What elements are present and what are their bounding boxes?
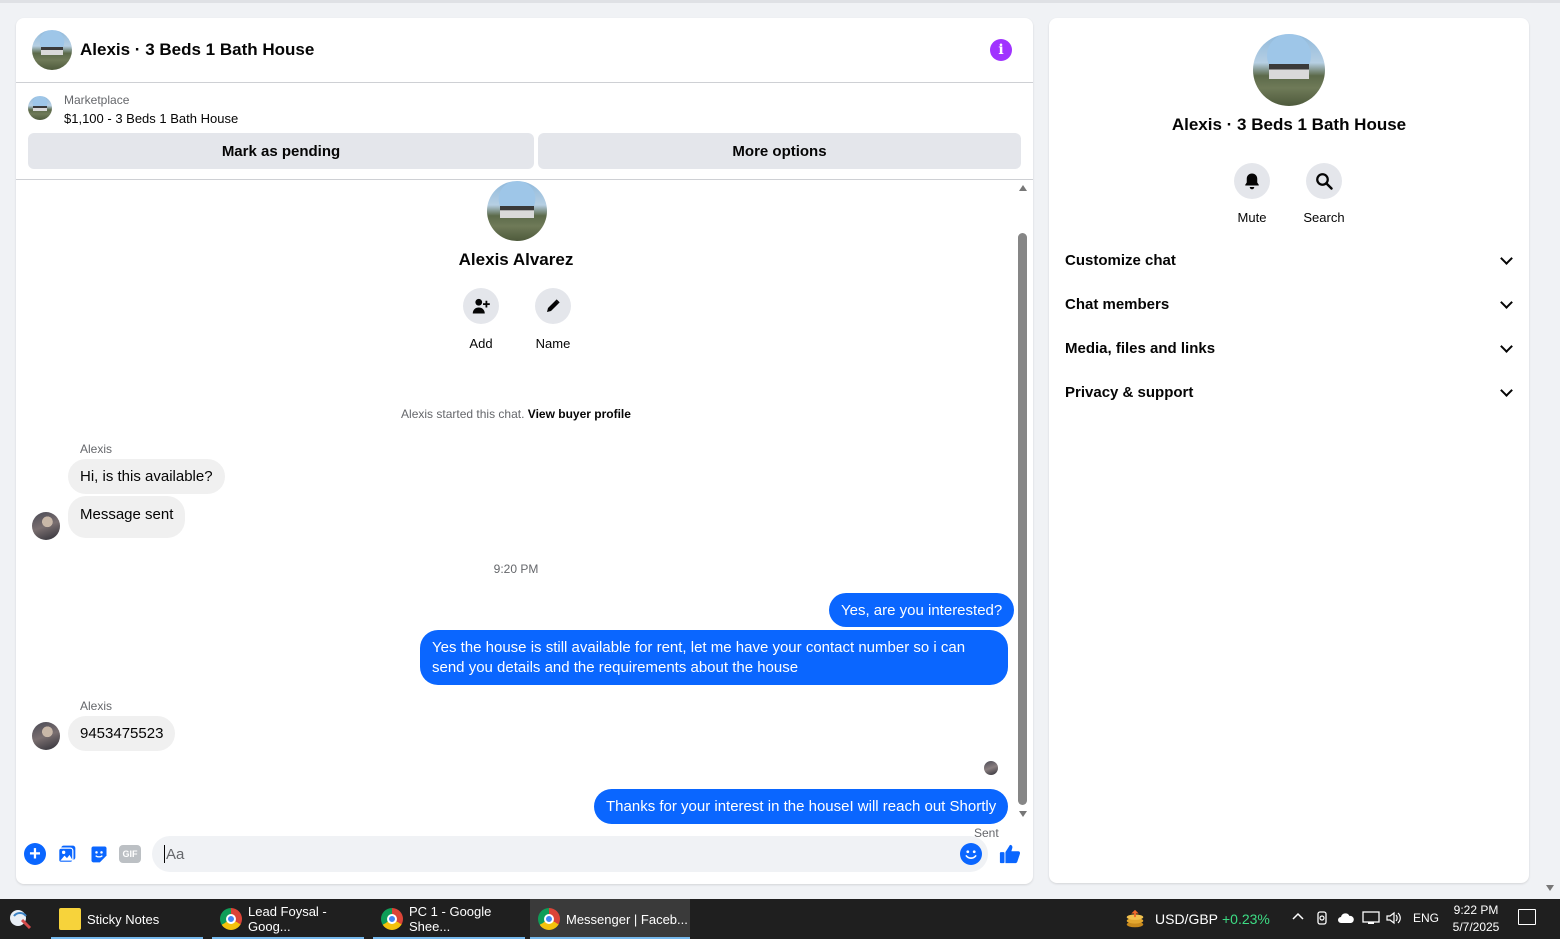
section-chat-members[interactable]: Chat members xyxy=(1049,284,1529,324)
taskbar-pc1-sheets[interactable]: PC 1 - Google Shee... xyxy=(373,899,525,939)
meet-now-icon[interactable] xyxy=(1316,910,1330,929)
listing-thumbnail[interactable] xyxy=(28,96,52,120)
browser-top-edge xyxy=(0,0,1560,3)
currency-pair[interactable]: USD/GBP xyxy=(1155,911,1218,927)
message-bubble[interactable]: Yes, are you interested? xyxy=(829,593,1015,627)
search-button[interactable]: Search xyxy=(1294,163,1354,225)
chat-avatar[interactable] xyxy=(32,30,72,70)
taskbar-messenger[interactable]: Messenger | Faceb... xyxy=(530,899,690,939)
section-label: Privacy & support xyxy=(1065,383,1194,401)
panel-avatar[interactable] xyxy=(1253,34,1325,106)
section-privacy-support[interactable]: Privacy & support xyxy=(1049,372,1529,412)
chat-header: Alexis · 3 Beds 1 Bath House i xyxy=(16,18,1033,83)
message-bubble[interactable]: Yes the house is still available for ren… xyxy=(420,630,1008,685)
message-input[interactable]: Aa xyxy=(152,836,988,872)
scroll-thumb[interactable] xyxy=(1018,233,1027,805)
currency-widget-icon[interactable] xyxy=(1124,908,1146,930)
sender-name: Alexis xyxy=(80,699,113,713)
plus-icon[interactable]: + xyxy=(24,843,46,865)
onedrive-cloud-icon[interactable] xyxy=(1337,912,1355,927)
message-bubble[interactable]: Message sent xyxy=(68,496,186,538)
mute-label: Mute xyxy=(1237,210,1267,225)
panel-title: Alexis · 3 Beds 1 Bath House xyxy=(1171,115,1407,134)
add-person-icon xyxy=(463,288,499,324)
page-scroll-down-arrow-icon[interactable] xyxy=(1546,885,1554,891)
chevron-down-icon xyxy=(1500,252,1513,265)
mute-button[interactable]: Mute xyxy=(1222,163,1282,225)
clock-date: 5/7/2025 xyxy=(1452,920,1500,934)
section-customize-chat[interactable]: Customize chat xyxy=(1049,240,1529,280)
section-label: Chat members xyxy=(1065,295,1170,313)
more-options-button[interactable]: More options xyxy=(538,133,1021,169)
thumbs-up-icon[interactable] xyxy=(999,843,1021,865)
volume-icon[interactable] xyxy=(1386,911,1402,928)
scroll-up-arrow-icon[interactable] xyxy=(1019,185,1027,191)
mark-as-pending-button[interactable]: Mark as pending xyxy=(28,133,534,169)
chat-window: Alexis · 3 Beds 1 Bath House i Marketpla… xyxy=(16,18,1033,884)
currency-change: +0.23% xyxy=(1222,911,1270,927)
chevron-down-icon xyxy=(1500,340,1513,353)
listing-title[interactable]: $1,100 - 3 Beds 1 Bath House xyxy=(64,111,238,126)
taskbar-lead-foysal[interactable]: Lead Foysal - Goog... xyxy=(212,899,364,939)
sender-avatar[interactable] xyxy=(32,722,60,750)
name-label: Name xyxy=(535,336,571,351)
conversation-info-panel: Alexis · 3 Beds 1 Bath House Mute Search… xyxy=(1049,18,1529,883)
sticker-icon[interactable] xyxy=(88,843,110,865)
start-app-icon[interactable] xyxy=(8,907,34,931)
section-label: Customize chat xyxy=(1065,251,1176,269)
chevron-down-icon xyxy=(1500,296,1513,309)
section-media-files-links[interactable]: Media, files and links xyxy=(1049,328,1529,368)
taskbar-item-label: Sticky Notes xyxy=(87,911,160,927)
taskbar-item-label: PC 1 - Google Shee... xyxy=(409,904,492,934)
pencil-icon xyxy=(535,288,571,324)
input-language[interactable]: ENG xyxy=(1413,911,1439,925)
text-caret xyxy=(164,845,165,863)
profile-name: Alexis Alvarez xyxy=(458,250,574,269)
taskbar-item-label: Messenger | Faceb... xyxy=(566,911,688,927)
sender-avatar[interactable] xyxy=(32,512,60,540)
photo-icon[interactable] xyxy=(56,843,78,865)
chrome-icon xyxy=(381,908,403,930)
thread-scrollbar[interactable] xyxy=(1016,181,1030,821)
message-bubble[interactable]: 9453475523 xyxy=(68,716,176,751)
bell-icon xyxy=(1234,163,1270,199)
name-button[interactable]: Name xyxy=(528,288,578,351)
emoji-icon[interactable] xyxy=(960,843,982,865)
message-bubble[interactable]: Thanks for your interest in the houseI w… xyxy=(594,789,1009,824)
profile-avatar[interactable] xyxy=(487,181,547,241)
scroll-down-arrow-icon[interactable] xyxy=(1019,811,1027,817)
message-input-placeholder: Aa xyxy=(166,845,185,863)
add-label: Add xyxy=(469,336,493,351)
show-hidden-icons-chevron-icon[interactable] xyxy=(1292,911,1304,926)
chat-started-notice: Alexis started this chat. View buyer pro… xyxy=(16,407,1016,421)
search-icon xyxy=(1306,163,1342,199)
message-timestamp: 9:20 PM xyxy=(493,562,539,576)
chat-title[interactable]: Alexis · 3 Beds 1 Bath House xyxy=(80,40,314,60)
sticky-notes-icon xyxy=(59,908,81,930)
add-button[interactable]: Add xyxy=(456,288,506,351)
seen-indicator-avatar xyxy=(984,761,998,775)
sender-name: Alexis xyxy=(80,442,113,456)
notification-center-icon[interactable] xyxy=(1518,909,1536,925)
composer: + GIF Aa xyxy=(16,831,1033,884)
marketplace-label: Marketplace xyxy=(64,93,130,107)
taskbar-item-label: Lead Foysal - Goog... xyxy=(248,904,327,934)
message-thread[interactable]: Alexis Alvarez Add Name Alexis started t… xyxy=(16,181,1033,840)
system-clock[interactable]: 9:22 PM 5/7/2025 xyxy=(1446,902,1506,936)
gif-icon[interactable]: GIF xyxy=(119,845,141,863)
clock-time: 9:22 PM xyxy=(1453,903,1499,917)
chrome-icon xyxy=(220,908,242,930)
chrome-icon xyxy=(538,908,560,930)
chevron-down-icon xyxy=(1500,384,1513,397)
network-icon[interactable] xyxy=(1362,911,1380,928)
started-text: Alexis started this chat. xyxy=(401,407,525,421)
taskbar-sticky-notes[interactable]: Sticky Notes xyxy=(51,899,203,939)
search-label: Search xyxy=(1303,210,1345,225)
view-buyer-profile-link[interactable]: View buyer profile xyxy=(528,407,631,421)
info-icon[interactable]: i xyxy=(990,39,1012,61)
section-label: Media, files and links xyxy=(1065,339,1216,357)
marketplace-listing-bar: Marketplace $1,100 - 3 Beds 1 Bath House… xyxy=(16,84,1033,180)
windows-taskbar: Sticky Notes Lead Foysal - Goog... PC 1 … xyxy=(0,899,1560,939)
message-bubble[interactable]: Hi, is this available? xyxy=(68,459,225,494)
